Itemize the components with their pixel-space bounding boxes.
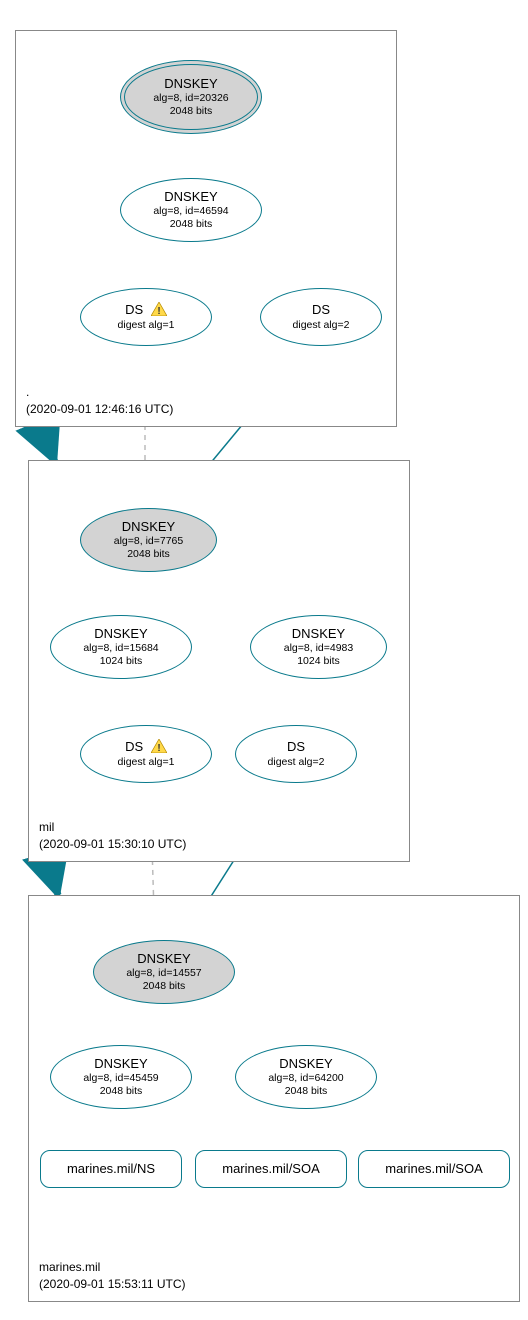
node-sub: alg=8, id=15684 <box>83 642 158 655</box>
node-title: DNSKEY <box>164 76 217 92</box>
node-sub: 1024 bits <box>297 655 340 668</box>
dnskey-node-marines-zsk1: DNSKEY alg=8, id=45459 2048 bits <box>50 1045 192 1109</box>
node-sub: alg=8, id=45459 <box>83 1072 158 1085</box>
node-sub: 2048 bits <box>100 1085 143 1098</box>
svg-text:!: ! <box>157 743 160 753</box>
dnskey-node-mil-zsk2: DNSKEY alg=8, id=4983 1024 bits <box>250 615 387 679</box>
zone-name: mil <box>39 820 54 834</box>
node-title: marines.mil/SOA <box>222 1161 320 1177</box>
node-title: DNSKEY <box>122 519 175 535</box>
svg-text:!: ! <box>157 306 160 316</box>
node-title: DNSKEY <box>164 189 217 205</box>
ds-label: DS <box>125 739 143 754</box>
ds-label: DS <box>125 302 143 317</box>
warning-icon: ! <box>151 739 167 755</box>
ds-node-root-2: DS digest alg=2 <box>260 288 382 346</box>
zone-timestamp: (2020-09-01 15:30:10 UTC) <box>39 837 186 851</box>
dnskey-node-marines-ksk: DNSKEY alg=8, id=14557 2048 bits <box>93 940 235 1004</box>
dnskey-node-root-zsk: DNSKEY alg=8, id=46594 2048 bits <box>120 178 262 242</box>
node-title: DS <box>312 302 330 318</box>
zone-label: marines.mil (2020-09-01 15:53:11 UTC) <box>39 1259 186 1293</box>
warning-icon: ! <box>151 302 167 318</box>
node-sub: 2048 bits <box>285 1085 328 1098</box>
rr-node-ns: marines.mil/NS <box>40 1150 182 1188</box>
node-sub: digest alg=1 <box>118 319 175 332</box>
node-sub: alg=8, id=4983 <box>284 642 353 655</box>
node-sub: 2048 bits <box>170 105 213 118</box>
node-sub: digest alg=1 <box>118 756 175 769</box>
rr-node-soa1: marines.mil/SOA <box>195 1150 347 1188</box>
dnskey-node-root-ksk: DNSKEY alg=8, id=20326 2048 bits <box>120 60 262 134</box>
zone-name: marines.mil <box>39 1260 100 1274</box>
node-sub: alg=8, id=64200 <box>268 1072 343 1085</box>
node-sub: alg=8, id=46594 <box>153 205 228 218</box>
node-title: DNSKEY <box>292 626 345 642</box>
dnskey-node-mil-ksk: DNSKEY alg=8, id=7765 2048 bits <box>80 508 217 572</box>
node-title: marines.mil/NS <box>67 1161 155 1177</box>
node-sub: 1024 bits <box>100 655 143 668</box>
ds-node-mil-1: DS ! digest alg=1 <box>80 725 212 783</box>
zone-timestamp: (2020-09-01 15:53:11 UTC) <box>39 1277 186 1291</box>
ds-node-mil-2: DS digest alg=2 <box>235 725 357 783</box>
node-title: DS <box>287 739 305 755</box>
zone-name: . <box>26 385 29 399</box>
node-sub: alg=8, id=20326 <box>153 92 228 105</box>
node-sub: 2048 bits <box>127 548 170 561</box>
node-title: DNSKEY <box>94 1056 147 1072</box>
zone-label: . (2020-09-01 12:46:16 UTC) <box>26 384 173 418</box>
zone-label: mil (2020-09-01 15:30:10 UTC) <box>39 819 186 853</box>
dnskey-node-mil-zsk1: DNSKEY alg=8, id=15684 1024 bits <box>50 615 192 679</box>
node-sub: digest alg=2 <box>268 756 325 769</box>
zone-timestamp: (2020-09-01 12:46:16 UTC) <box>26 402 173 416</box>
ds-node-root-1: DS ! digest alg=1 <box>80 288 212 346</box>
node-title: DS ! <box>125 739 167 755</box>
node-sub: 2048 bits <box>143 980 186 993</box>
node-sub: 2048 bits <box>170 218 213 231</box>
node-title: DS ! <box>125 302 167 318</box>
node-sub: alg=8, id=7765 <box>114 535 183 548</box>
node-title: DNSKEY <box>94 626 147 642</box>
dnskey-node-marines-zsk2: DNSKEY alg=8, id=64200 2048 bits <box>235 1045 377 1109</box>
node-title: DNSKEY <box>279 1056 332 1072</box>
rr-node-soa2: marines.mil/SOA <box>358 1150 510 1188</box>
node-sub: digest alg=2 <box>293 319 350 332</box>
node-title: marines.mil/SOA <box>385 1161 483 1177</box>
node-sub: alg=8, id=14557 <box>126 967 201 980</box>
node-title: DNSKEY <box>137 951 190 967</box>
